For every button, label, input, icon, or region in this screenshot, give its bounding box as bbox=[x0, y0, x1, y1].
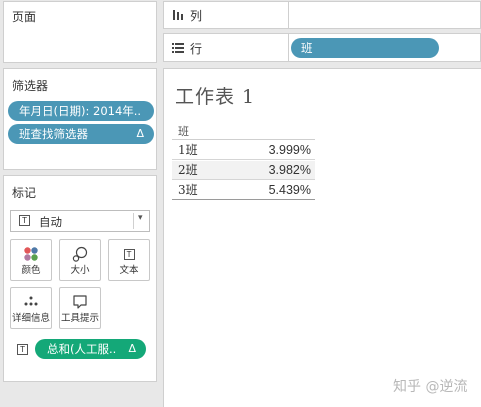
tooltip-icon bbox=[73, 295, 87, 309]
row-label: 1班 bbox=[178, 143, 198, 157]
rows-pill-class[interactable]: 班 bbox=[291, 38, 439, 58]
delta-icon: Δ bbox=[128, 342, 136, 355]
table-column-header: 班 bbox=[178, 125, 189, 138]
table-row[interactable]: 1班 3.999% bbox=[172, 141, 315, 160]
text-encoding-icon[interactable]: T bbox=[17, 344, 28, 355]
detail-button-label: 详细信息 bbox=[11, 313, 50, 324]
table-row[interactable]: 3班 5.439% bbox=[172, 181, 315, 200]
size-button-label: 大小 bbox=[70, 265, 90, 276]
pages-shelf[interactable]: 页面 bbox=[3, 1, 157, 63]
columns-shelf[interactable]: 列 bbox=[163, 1, 481, 29]
watermark: 知乎 @逆流 bbox=[393, 379, 468, 395]
color-button-label: 颜色 bbox=[21, 265, 41, 276]
marks-field-label: 总和(人工服.. bbox=[47, 342, 117, 356]
pages-shelf-title: 页面 bbox=[12, 10, 37, 24]
header-divider bbox=[172, 139, 315, 140]
mark-type-value: 自动 bbox=[39, 215, 62, 229]
filter-pill-date[interactable]: 年月日(日期): 2014年.. bbox=[8, 101, 154, 121]
worksheet-view[interactable] bbox=[163, 68, 481, 407]
filters-title: 筛选器 bbox=[12, 79, 49, 93]
filter-pill-class[interactable]: 班查找筛选器 Δ bbox=[8, 124, 154, 144]
row-value: 3.999% bbox=[268, 143, 311, 157]
detail-dots-icon bbox=[24, 296, 38, 306]
columns-drop-area[interactable] bbox=[288, 2, 289, 28]
columns-shelf-label: 列 bbox=[190, 9, 203, 23]
columns-icon bbox=[173, 10, 183, 20]
delta-icon: Δ bbox=[136, 127, 144, 140]
text-icon: T bbox=[123, 248, 135, 260]
marks-card[interactable]: 标记 T 自动 ▾ 颜色 大小 T 文本 详细信息 工具提示 T 总和(人工服.… bbox=[3, 175, 157, 382]
text-mark-icon: T bbox=[19, 215, 30, 226]
tooltip-button-label: 工具提示 bbox=[60, 313, 99, 324]
row-value: 5.439% bbox=[268, 183, 311, 197]
tooltip-button[interactable]: 工具提示 bbox=[59, 287, 101, 329]
worksheet-title: 工作表 1 bbox=[175, 86, 256, 108]
columns-divider bbox=[288, 34, 289, 61]
color-dots-icon bbox=[24, 247, 38, 261]
row-label: 2班 bbox=[178, 163, 198, 177]
filters-card[interactable]: 筛选器 年月日(日期): 2014年.. 班查找筛选器 Δ bbox=[3, 68, 157, 170]
text-button[interactable]: T 文本 bbox=[108, 239, 150, 281]
row-value: 3.982% bbox=[268, 163, 311, 177]
text-button-label: 文本 bbox=[119, 265, 139, 276]
marks-title: 标记 bbox=[12, 186, 37, 200]
filter-pill-class-label: 班查找筛选器 bbox=[19, 127, 88, 141]
dropdown-separator bbox=[133, 213, 134, 229]
rows-shelf-label: 行 bbox=[190, 42, 203, 56]
filter-pill-date-label: 年月日(日期): 2014年.. bbox=[19, 104, 142, 118]
row-label: 3班 bbox=[178, 183, 198, 197]
color-button[interactable]: 颜色 bbox=[10, 239, 52, 281]
rows-icon bbox=[172, 43, 184, 53]
chevron-down-icon: ▾ bbox=[138, 213, 143, 223]
rows-shelf[interactable]: 行 班 bbox=[163, 33, 481, 62]
detail-button[interactable]: 详细信息 bbox=[10, 287, 52, 329]
table-row[interactable]: 2班 3.982% bbox=[172, 161, 315, 180]
mark-type-dropdown[interactable]: T 自动 ▾ bbox=[10, 210, 150, 232]
marks-field-pill[interactable]: 总和(人工服.. Δ bbox=[35, 339, 146, 359]
size-icon bbox=[72, 246, 88, 262]
size-button[interactable]: 大小 bbox=[59, 239, 101, 281]
rows-pill-label: 班 bbox=[301, 41, 313, 55]
